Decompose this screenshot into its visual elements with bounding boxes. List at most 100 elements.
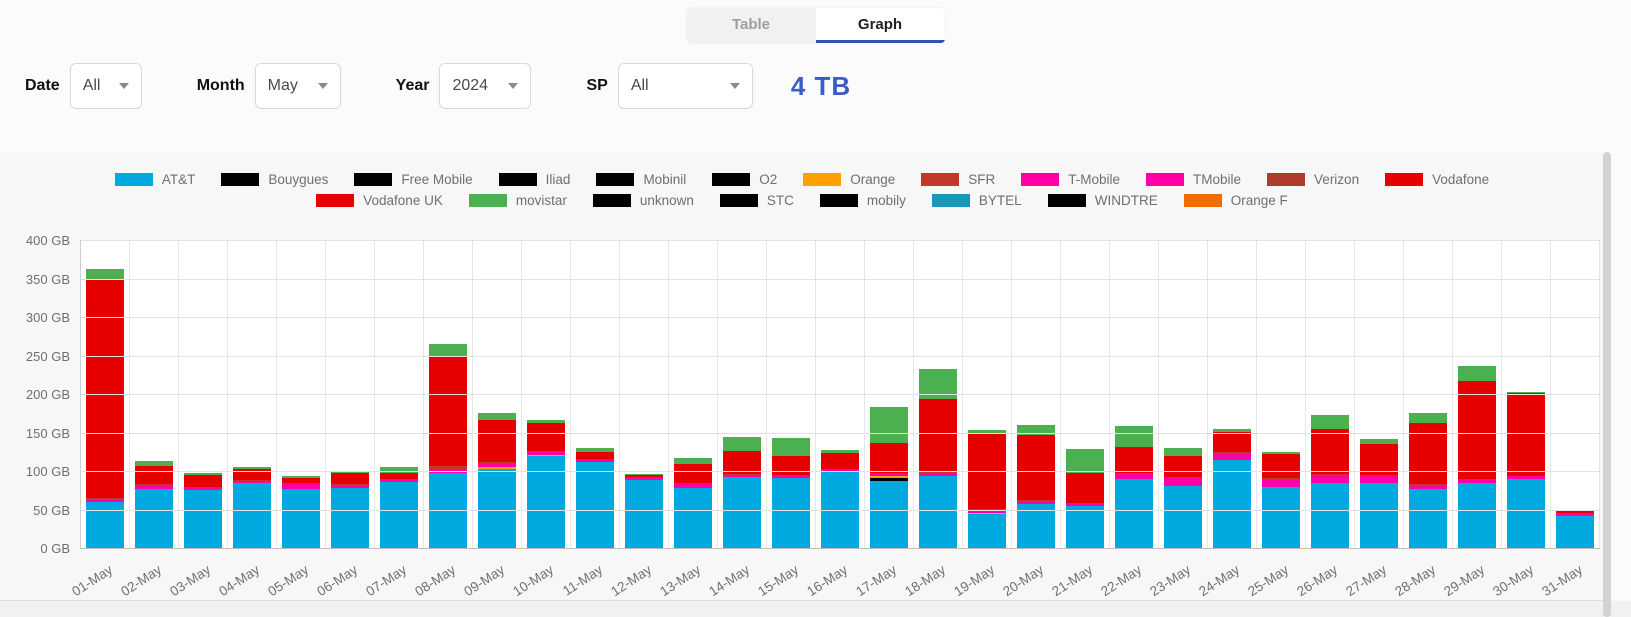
stacked-bar[interactable] bbox=[1213, 429, 1250, 548]
bar-segment[interactable] bbox=[1458, 483, 1495, 548]
stacked-bar[interactable] bbox=[1311, 415, 1348, 548]
bar-segment[interactable] bbox=[184, 490, 221, 548]
stacked-bar[interactable] bbox=[576, 448, 613, 548]
bar-segment[interactable] bbox=[1164, 448, 1201, 456]
bar-segment[interactable] bbox=[870, 407, 907, 442]
bar-segment[interactable] bbox=[821, 453, 858, 468]
vertical-scrollbar[interactable] bbox=[1603, 152, 1611, 617]
bar-segment[interactable] bbox=[1458, 381, 1495, 479]
bar-segment[interactable] bbox=[1311, 429, 1348, 474]
bar-segment[interactable] bbox=[527, 423, 564, 451]
bar-segment[interactable] bbox=[1507, 393, 1544, 475]
bar-segment[interactable] bbox=[674, 488, 711, 548]
bar-segment[interactable] bbox=[1213, 453, 1250, 461]
stacked-bar[interactable] bbox=[282, 476, 319, 548]
bar-segment[interactable] bbox=[1213, 460, 1250, 548]
bar-segment[interactable] bbox=[1066, 473, 1103, 502]
stacked-bar[interactable] bbox=[1115, 426, 1152, 548]
stacked-bar[interactable] bbox=[723, 437, 760, 548]
stacked-bar[interactable] bbox=[821, 450, 858, 548]
stacked-bar[interactable] bbox=[625, 474, 662, 548]
bar-segment[interactable] bbox=[1017, 435, 1054, 500]
bar-segment[interactable] bbox=[576, 452, 613, 459]
bar-segment[interactable] bbox=[576, 462, 613, 548]
bar-segment[interactable] bbox=[86, 269, 123, 278]
stacked-bar[interactable] bbox=[968, 430, 1005, 548]
stacked-bar[interactable] bbox=[772, 438, 809, 548]
bar-segment[interactable] bbox=[1066, 506, 1103, 548]
stacked-bar[interactable] bbox=[233, 467, 270, 548]
stacked-bar[interactable] bbox=[1507, 392, 1544, 548]
bar-segment[interactable] bbox=[1164, 456, 1201, 478]
bar-segment[interactable] bbox=[1360, 476, 1397, 484]
bar-segment[interactable] bbox=[625, 480, 662, 548]
y-tick-label: 50 GB bbox=[0, 503, 70, 518]
bar-segment[interactable] bbox=[478, 420, 515, 462]
bar-segment[interactable] bbox=[184, 475, 221, 487]
year-select[interactable]: 2024 bbox=[439, 63, 531, 109]
month-select[interactable]: May bbox=[255, 63, 341, 109]
bar-segment[interactable] bbox=[1066, 449, 1103, 473]
stacked-bar[interactable] bbox=[1066, 449, 1103, 548]
bar-segment[interactable] bbox=[1115, 426, 1152, 447]
bar-segment[interactable] bbox=[1360, 483, 1397, 548]
bar-segment[interactable] bbox=[1262, 487, 1299, 548]
stacked-bar[interactable] bbox=[1262, 452, 1299, 548]
bar-segment[interactable] bbox=[723, 437, 760, 451]
bar-segment[interactable] bbox=[1311, 475, 1348, 483]
bar-segment[interactable] bbox=[331, 473, 368, 484]
tab-table[interactable]: Table bbox=[687, 8, 816, 43]
bar-segment[interactable] bbox=[723, 477, 760, 548]
bar-segment[interactable] bbox=[1017, 504, 1054, 548]
stacked-bar[interactable] bbox=[1164, 448, 1201, 548]
stacked-bar[interactable] bbox=[380, 467, 417, 548]
bar-segment[interactable] bbox=[1262, 454, 1299, 478]
bar-segment[interactable] bbox=[1115, 479, 1152, 548]
bar-segment[interactable] bbox=[233, 483, 270, 548]
bar-segment[interactable] bbox=[1507, 479, 1544, 548]
bar-segment[interactable] bbox=[1556, 516, 1593, 548]
bar-segment[interactable] bbox=[282, 489, 319, 548]
bar-segment[interactable] bbox=[478, 413, 515, 421]
bar-segment[interactable] bbox=[1164, 478, 1201, 486]
bar-segment[interactable] bbox=[919, 399, 956, 472]
stacked-bar[interactable] bbox=[527, 420, 564, 548]
bar-segment[interactable] bbox=[919, 476, 956, 548]
bar-segment[interactable] bbox=[1409, 489, 1446, 548]
bar-segment[interactable] bbox=[429, 357, 466, 466]
stacked-bar[interactable] bbox=[1360, 439, 1397, 548]
bar-segment[interactable] bbox=[1115, 447, 1152, 473]
bar-segment[interactable] bbox=[429, 473, 466, 548]
bar-segment[interactable] bbox=[1164, 486, 1201, 548]
tab-graph[interactable]: Graph bbox=[816, 8, 945, 43]
bar-segment[interactable] bbox=[1409, 413, 1446, 422]
stacked-bar[interactable] bbox=[919, 369, 956, 548]
stacked-bar[interactable] bbox=[184, 473, 221, 548]
stacked-bar[interactable] bbox=[870, 407, 907, 548]
stacked-bar[interactable] bbox=[429, 344, 466, 548]
bar-segment[interactable] bbox=[772, 438, 809, 456]
stacked-bar[interactable] bbox=[1017, 425, 1054, 548]
date-select[interactable]: All bbox=[70, 63, 142, 109]
gridline bbox=[81, 510, 1600, 511]
bar-segment[interactable] bbox=[870, 481, 907, 548]
bar-segment[interactable] bbox=[86, 279, 123, 498]
stacked-bar[interactable] bbox=[86, 269, 123, 548]
bar-segment[interactable] bbox=[1458, 366, 1495, 381]
stacked-bar[interactable] bbox=[1556, 510, 1593, 548]
bar-segment[interactable] bbox=[1311, 415, 1348, 429]
stacked-bar[interactable] bbox=[135, 461, 172, 548]
bar-segment[interactable] bbox=[1311, 483, 1348, 548]
sp-select[interactable]: All bbox=[618, 63, 753, 109]
bar-segment[interactable] bbox=[135, 466, 172, 484]
bar-segment[interactable] bbox=[870, 443, 907, 474]
bar-segment[interactable] bbox=[331, 488, 368, 548]
legend-swatch bbox=[1146, 173, 1184, 186]
bar-segment[interactable] bbox=[135, 489, 172, 548]
bar-segment[interactable] bbox=[968, 514, 1005, 548]
bar-segment[interactable] bbox=[772, 478, 809, 548]
bar-segment[interactable] bbox=[1213, 432, 1250, 452]
bar-segment[interactable] bbox=[380, 482, 417, 548]
bar-segment[interactable] bbox=[674, 464, 711, 483]
bar-segment[interactable] bbox=[1262, 479, 1299, 487]
